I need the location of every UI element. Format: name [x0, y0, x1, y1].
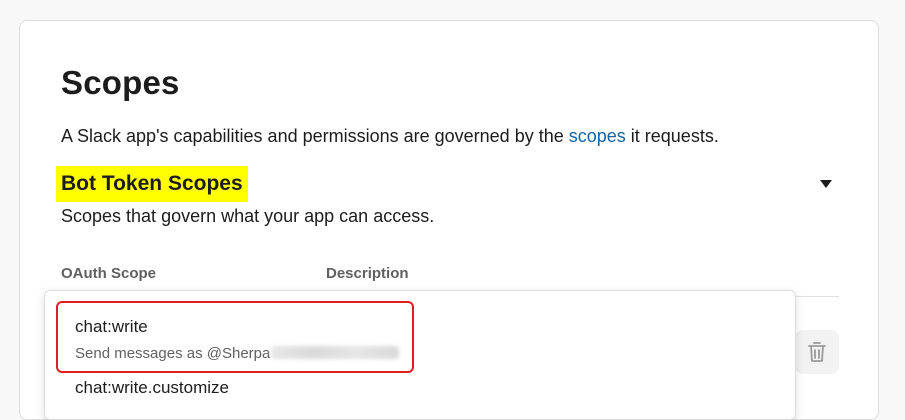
scopes-intro: A Slack app's capabilities and permissio…	[61, 126, 719, 147]
trash-icon	[808, 342, 826, 362]
scopes-link[interactable]: scopes	[569, 126, 626, 146]
delete-scope-button[interactable]	[795, 330, 839, 374]
highlighted-option-annotation	[56, 301, 414, 373]
column-header-description: Description	[326, 265, 409, 282]
redacted-text	[271, 346, 400, 359]
page-title: Scopes	[61, 64, 180, 101]
bot-token-scopes-subtitle: Scopes that govern what your app can acc…	[61, 206, 435, 226]
intro-text-before: A Slack app's capabilities and permissio…	[61, 126, 569, 146]
scope-option-chat-write-description: Send messages as @Sherpa	[75, 345, 400, 362]
bot-token-scopes-heading: Bot Token Scopes	[56, 166, 248, 202]
caret-down-icon[interactable]	[820, 180, 832, 188]
description-text: Send messages as @Sherpa	[75, 345, 271, 362]
scope-option-chat-write[interactable]: chat:write	[75, 317, 148, 337]
intro-text-after: it requests.	[625, 126, 719, 146]
scope-option-chat-write-customize[interactable]: chat:write.customize	[75, 378, 229, 398]
column-header-oauth-scope: OAuth Scope	[61, 265, 157, 282]
